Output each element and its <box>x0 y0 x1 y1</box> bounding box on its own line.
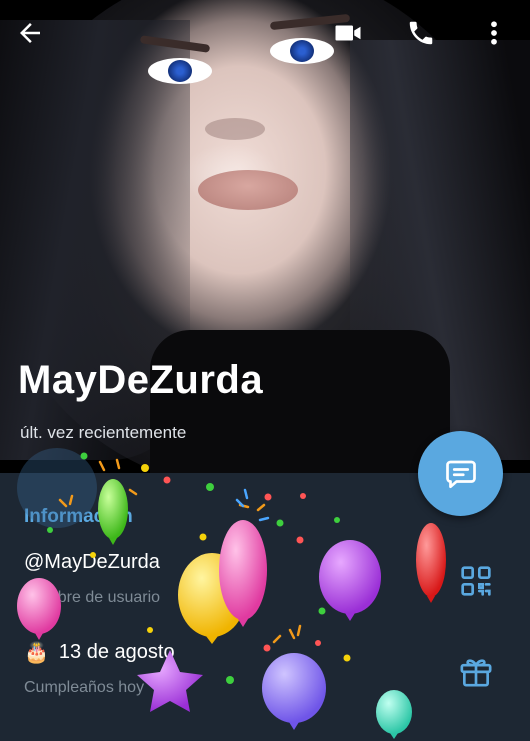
photo-detail <box>198 170 298 210</box>
cake-emoji: 🎂 <box>24 642 49 664</box>
profile-header: MayDeZurda últ. vez recientemente <box>0 0 530 473</box>
arrow-left-icon <box>20 23 40 43</box>
qr-code-button[interactable] <box>456 561 496 601</box>
video-camera-icon <box>335 25 361 41</box>
back-button[interactable] <box>12 15 48 51</box>
qr-code-icon <box>461 566 491 596</box>
more-vertical-icon <box>491 21 497 45</box>
phone-icon <box>409 21 433 45</box>
profile-name: MayDeZurda <box>18 358 264 402</box>
photo-detail <box>148 58 212 84</box>
call-button[interactable] <box>403 15 439 51</box>
send-message-button[interactable] <box>418 431 503 516</box>
gift-button[interactable] <box>456 651 496 691</box>
last-seen-status: últ. vez recientemente <box>20 423 187 442</box>
gift-icon <box>460 659 492 687</box>
photo-detail <box>205 118 265 140</box>
birthday-value: 13 de agosto <box>58 641 175 663</box>
photo-detail <box>270 38 334 64</box>
username-value[interactable]: @MayDeZurda <box>24 551 160 574</box>
video-call-button[interactable] <box>330 15 366 51</box>
more-options-button[interactable] <box>476 15 512 51</box>
birthday-row[interactable]: 🎂 13 de agosto <box>24 640 175 665</box>
username-label: Nombre de usuario <box>24 589 161 606</box>
message-icon <box>445 460 476 488</box>
info-section-title: Información <box>24 506 133 527</box>
birthday-label: Cumpleaños hoy <box>24 679 145 696</box>
